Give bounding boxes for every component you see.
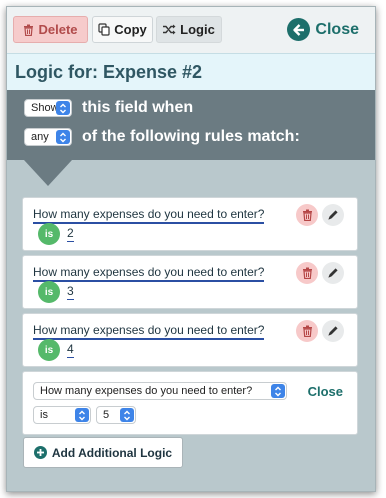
arrow-left-circle-icon [287, 18, 311, 41]
question-select-value: How many expenses do you need to enter? [40, 385, 253, 397]
rule-value[interactable]: 2 [67, 226, 74, 242]
pencil-icon [328, 268, 338, 278]
logic-button[interactable]: Logic [156, 16, 222, 43]
rule-header: Show this field when any of the followin… [7, 90, 375, 160]
delete-rule-button[interactable] [296, 262, 318, 284]
delete-button[interactable]: Delete [13, 16, 88, 43]
copy-icon [98, 23, 110, 36]
delete-rule-button[interactable] [296, 204, 318, 226]
copy-label: Copy [114, 22, 147, 37]
operator-select[interactable]: is [33, 406, 91, 424]
edit-rule-button[interactable] [322, 262, 344, 284]
close-label: Close [315, 20, 359, 38]
rule-question[interactable]: How many expenses do you need to enter? [33, 207, 265, 224]
close-button[interactable]: Close [287, 17, 359, 42]
trash-icon [302, 267, 312, 279]
edit-rule-button[interactable] [322, 320, 344, 342]
rule-operator-badge: is [38, 223, 60, 245]
value-select-value: 5 [103, 409, 110, 421]
rule-card: How many expenses do you need to enter? … [22, 197, 358, 251]
logic-label: Logic [180, 22, 215, 37]
add-logic-label: Add Additional Logic [51, 445, 173, 460]
rule-editor: How many expenses do you need to enter? … [22, 371, 358, 435]
rule-card: How many expenses do you need to enter? … [22, 255, 358, 309]
trash-icon [23, 24, 34, 36]
condition-row-1: Show this field when [24, 99, 193, 117]
condition-row-2: any of the following rules match: [24, 128, 300, 146]
rule-question[interactable]: How many expenses do you need to enter? [33, 323, 265, 340]
header-pointer [24, 160, 72, 186]
pencil-icon [328, 326, 338, 336]
page-title: Logic for: Expense #2 [15, 61, 203, 82]
delete-label: Delete [38, 22, 78, 37]
title-bar: Logic for: Expense #2 [7, 53, 375, 90]
pencil-icon [328, 210, 338, 220]
add-logic-button[interactable]: Add Additional Logic [23, 437, 183, 468]
condition-text-2: of the following rules match: [82, 128, 300, 145]
rule-question[interactable]: How many expenses do you need to enter? [33, 265, 265, 282]
edit-rule-button[interactable] [322, 204, 344, 226]
logic-panel: Delete Copy Logic Close Logic for: Expen… [6, 6, 376, 492]
close-editor-link[interactable]: Close [308, 384, 343, 399]
rule-value[interactable]: 4 [67, 342, 74, 358]
copy-button[interactable]: Copy [92, 16, 153, 43]
delete-rule-button[interactable] [296, 320, 318, 342]
operator-select-value: is [40, 409, 48, 421]
trash-icon [302, 325, 312, 337]
shuffle-icon [163, 24, 176, 35]
match-type-value: any [31, 131, 49, 143]
rule-card: How many expenses do you need to enter? … [22, 313, 358, 367]
show-hide-value: Show [31, 102, 59, 114]
trash-icon [302, 209, 312, 221]
chevron-updown-icon [75, 408, 89, 422]
toolbar: Delete Copy Logic Close [7, 7, 375, 53]
chevron-updown-icon [271, 384, 285, 398]
rule-operator-badge: is [38, 281, 60, 303]
question-select[interactable]: How many expenses do you need to enter? [33, 382, 287, 400]
plus-circle-icon [33, 446, 47, 459]
rule-value[interactable]: 3 [67, 284, 74, 300]
chevron-updown-icon [56, 101, 70, 115]
match-type-select[interactable]: any [24, 128, 72, 146]
show-hide-select[interactable]: Show [24, 99, 72, 117]
value-select[interactable]: 5 [96, 406, 136, 424]
condition-text-1: this field when [82, 99, 194, 116]
chevron-updown-icon [120, 408, 134, 422]
rule-operator-badge: is [38, 339, 60, 361]
chevron-updown-icon [56, 130, 70, 144]
